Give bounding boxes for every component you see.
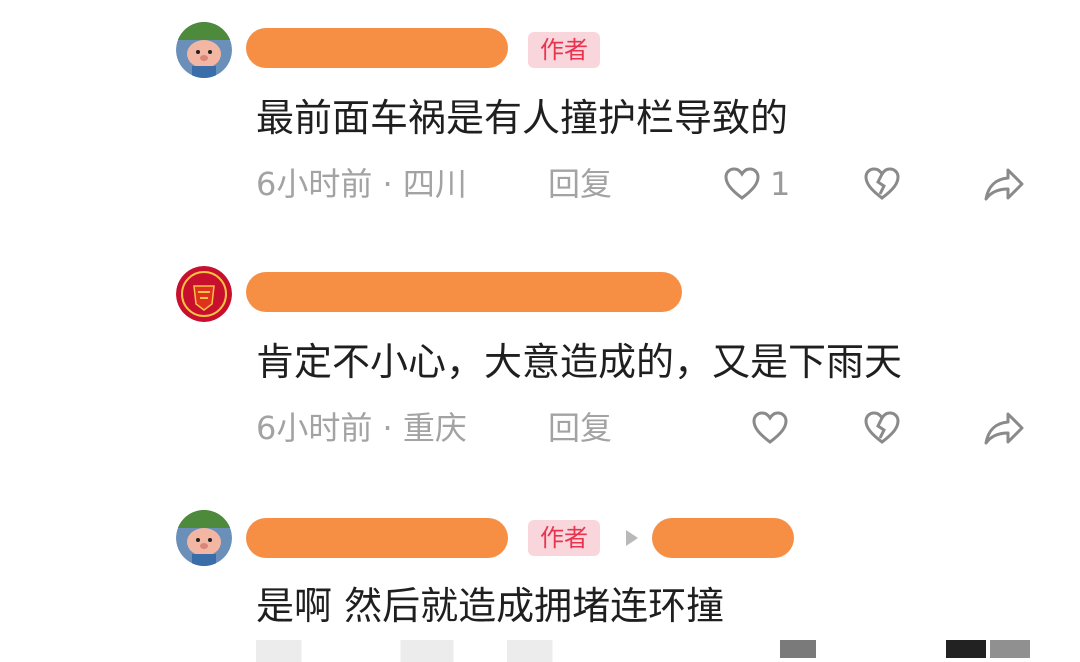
avatar[interactable] [176,266,232,322]
avatar[interactable] [176,510,232,566]
like-count: 1 [770,165,791,203]
redacted-reply-target [652,518,794,558]
reply-button[interactable]: 回复 [548,408,612,448]
comment-text: 是啊 然后就造成拥堵连环撞 [256,584,725,628]
cropped-meta-row [256,640,636,662]
comment-text: 最前面车祸是有人撞护栏导致的 [256,96,789,140]
heart-outline-icon[interactable] [750,408,790,448]
share-arrow-icon[interactable] [982,164,1026,204]
author-badge: 作者 [528,32,600,68]
cropped-action-icons [780,640,816,658]
comment-text: 肯定不小心，大意造成的，又是下雨天 [256,340,903,384]
redacted-username [246,28,508,68]
author-badge: 作者 [528,520,600,556]
redacted-username [246,272,682,312]
avatar[interactable] [176,22,232,78]
cropped-action-icons [990,640,1030,658]
share-arrow-icon[interactable] [982,408,1026,448]
reply-to-arrow-icon [626,530,638,546]
cropped-action-icons [946,640,986,658]
redacted-username [246,518,508,558]
comment-meta: 6小时前 · 四川 [256,165,467,203]
reply-button[interactable]: 回复 [548,164,612,204]
comment-meta: 6小时前 · 重庆 [256,409,467,447]
broken-heart-icon[interactable] [862,408,902,448]
heart-outline-icon[interactable] [722,164,762,204]
broken-heart-icon[interactable] [862,164,902,204]
